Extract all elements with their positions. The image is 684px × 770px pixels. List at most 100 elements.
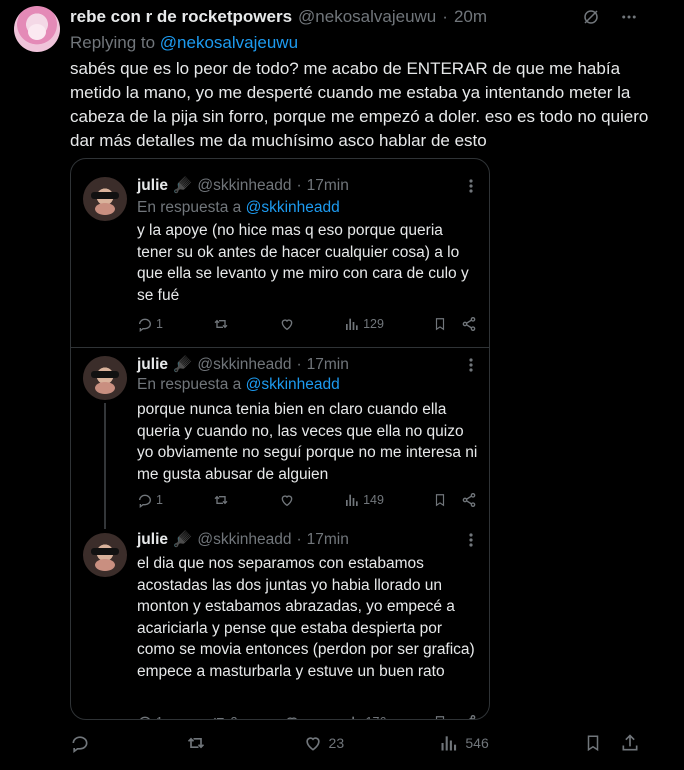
reply-button[interactable]: 1 (137, 492, 163, 508)
tweet[interactable]: rebe con r de rocketpowers @nekosalvajeu… (0, 0, 684, 770)
more-options-icon[interactable] (620, 8, 638, 26)
views-button[interactable]: 129 (344, 316, 384, 332)
views-icon (441, 736, 457, 751)
quoted-author-handle[interactable]: @skkinheadd (197, 177, 291, 195)
share-icon[interactable] (461, 316, 477, 332)
reply-count: 1 (156, 493, 163, 507)
like-button[interactable]: 23 (303, 733, 345, 753)
share-icon[interactable] (461, 492, 477, 508)
quoted-header: julie 🪮 @skkinheadd · 17min (137, 355, 349, 374)
quoted-text: y la apoye (no hice mas q eso porque que… (137, 222, 469, 304)
replying-to-handle[interactable]: @nekosalvajeuwu (160, 33, 298, 52)
like-button[interactable] (279, 492, 295, 508)
views-count: 129 (363, 317, 384, 331)
author-avatar[interactable] (14, 6, 60, 52)
more-options-icon[interactable] (469, 179, 473, 193)
replying-to-label: Replying to (70, 33, 156, 52)
quoted-author-name[interactable]: julie (137, 531, 168, 549)
bookmark-icon[interactable] (433, 492, 447, 508)
quoted-tweet[interactable]: julie 🪮 @skkinheadd · 17min En respuesta… (71, 347, 489, 529)
comb-emoji: 🪮 (173, 356, 193, 373)
quoted-tweet[interactable]: julie 🪮 @skkinheadd · 17min el dia que n… (71, 519, 489, 720)
quoted-avatar[interactable] (83, 177, 127, 221)
reply-button[interactable] (70, 733, 90, 753)
tweet-text: sabés que es lo peor de todo? me acabo d… (70, 59, 649, 150)
quoted-tweet[interactable]: julie 🪮 @skkinheadd · 17min En respuesta… (71, 159, 489, 347)
tweet-header: rebe con r de rocketpowers @nekosalvajeu… (70, 6, 487, 28)
separator-dot: · (296, 176, 302, 194)
quoted-actions: 1 129 (137, 316, 477, 332)
quoted-timestamp[interactable]: 17min (307, 177, 349, 195)
like-button[interactable] (279, 316, 295, 332)
bookmark-icon[interactable] (433, 714, 447, 720)
views-count: 546 (465, 735, 489, 751)
views-button[interactable]: 176 (347, 714, 386, 719)
more-options-icon[interactable] (469, 358, 473, 372)
quoted-avatar[interactable] (83, 533, 127, 577)
heart-icon (281, 495, 293, 507)
reply-icon (139, 494, 151, 508)
reply-count: 1 (156, 715, 163, 719)
quoted-text: el dia que nos separamos con estabamos a… (137, 555, 475, 680)
reply-to-label: En respuesta a (137, 376, 242, 393)
heart-icon (305, 737, 320, 751)
replying-to: Replying to @nekosalvajeuwu (70, 33, 298, 53)
quoted-header: julie 🪮 @skkinheadd · 17min (137, 176, 349, 195)
reply-to-handle[interactable]: @skkinheadd (246, 376, 340, 393)
heart-icon (281, 319, 293, 331)
retweet-button[interactable] (212, 316, 230, 332)
reply-to-label: En respuesta a (137, 199, 242, 216)
share-icon[interactable] (620, 733, 640, 753)
quoted-reply-to: En respuesta a @skkinheadd (137, 376, 340, 394)
views-count: 149 (363, 493, 384, 507)
separator-dot: · (442, 7, 448, 26)
reply-count: 1 (156, 317, 163, 331)
quoted-author-handle[interactable]: @skkinheadd (197, 531, 291, 549)
thread-line (104, 403, 106, 529)
views-button[interactable]: 149 (344, 492, 384, 508)
retweet-icon (214, 495, 228, 505)
views-icon (346, 318, 358, 330)
extra-actions (433, 714, 477, 720)
comb-emoji: 🪮 (173, 177, 193, 194)
tweet-actions: 23 546 (70, 733, 640, 753)
share-icon[interactable] (461, 714, 477, 720)
quoted-text: porque nunca tenia bien en claro cuando … (137, 401, 478, 483)
quoted-header: julie 🪮 @skkinheadd · 17min (137, 530, 349, 549)
quoted-timestamp[interactable]: 17min (307, 531, 349, 549)
retweet-button[interactable] (212, 492, 230, 508)
retweet-button[interactable]: 2 (210, 714, 238, 719)
retweet-button[interactable] (185, 733, 207, 753)
reply-button[interactable]: 1 (137, 316, 163, 332)
quoted-actions: 1 149 (137, 492, 477, 508)
reply-icon (72, 736, 88, 753)
views-icon (346, 494, 358, 506)
comb-emoji: 🪮 (173, 531, 193, 548)
extra-actions (433, 316, 477, 332)
quoted-author-name[interactable]: julie (137, 177, 168, 195)
quoted-author-name[interactable]: julie (137, 356, 168, 374)
bookmark-icon[interactable] (433, 316, 447, 332)
timestamp[interactable]: 20m (454, 7, 487, 27)
quoted-author-handle[interactable]: @skkinheadd (197, 356, 291, 374)
reply-icon (140, 716, 150, 719)
quoted-actions: 1 2 176 (137, 714, 477, 720)
like-count: 23 (328, 735, 345, 751)
retweet-icon (213, 717, 224, 719)
quoted-timestamp[interactable]: 17min (307, 356, 349, 374)
quoted-tweet-card[interactable]: julie 🪮 @skkinheadd · 17min En respuesta… (70, 158, 490, 720)
extra-actions (433, 492, 477, 508)
quoted-avatar[interactable] (83, 356, 127, 400)
views-icon (351, 716, 354, 719)
like-button[interactable] (284, 714, 300, 719)
bottom-right-actions (584, 733, 640, 753)
reply-button[interactable]: 1 (137, 714, 163, 719)
more-options-icon[interactable] (469, 533, 473, 547)
author-name[interactable]: rebe con r de rocketpowers (70, 7, 292, 27)
bookmark-icon[interactable] (584, 733, 602, 753)
reply-to-handle[interactable]: @skkinheadd (246, 199, 340, 216)
views-button[interactable]: 546 (439, 733, 489, 753)
grok-icon[interactable] (582, 8, 600, 26)
retweet-count: 2 (231, 715, 238, 719)
author-handle[interactable]: @nekosalvajeuwu (298, 7, 436, 27)
